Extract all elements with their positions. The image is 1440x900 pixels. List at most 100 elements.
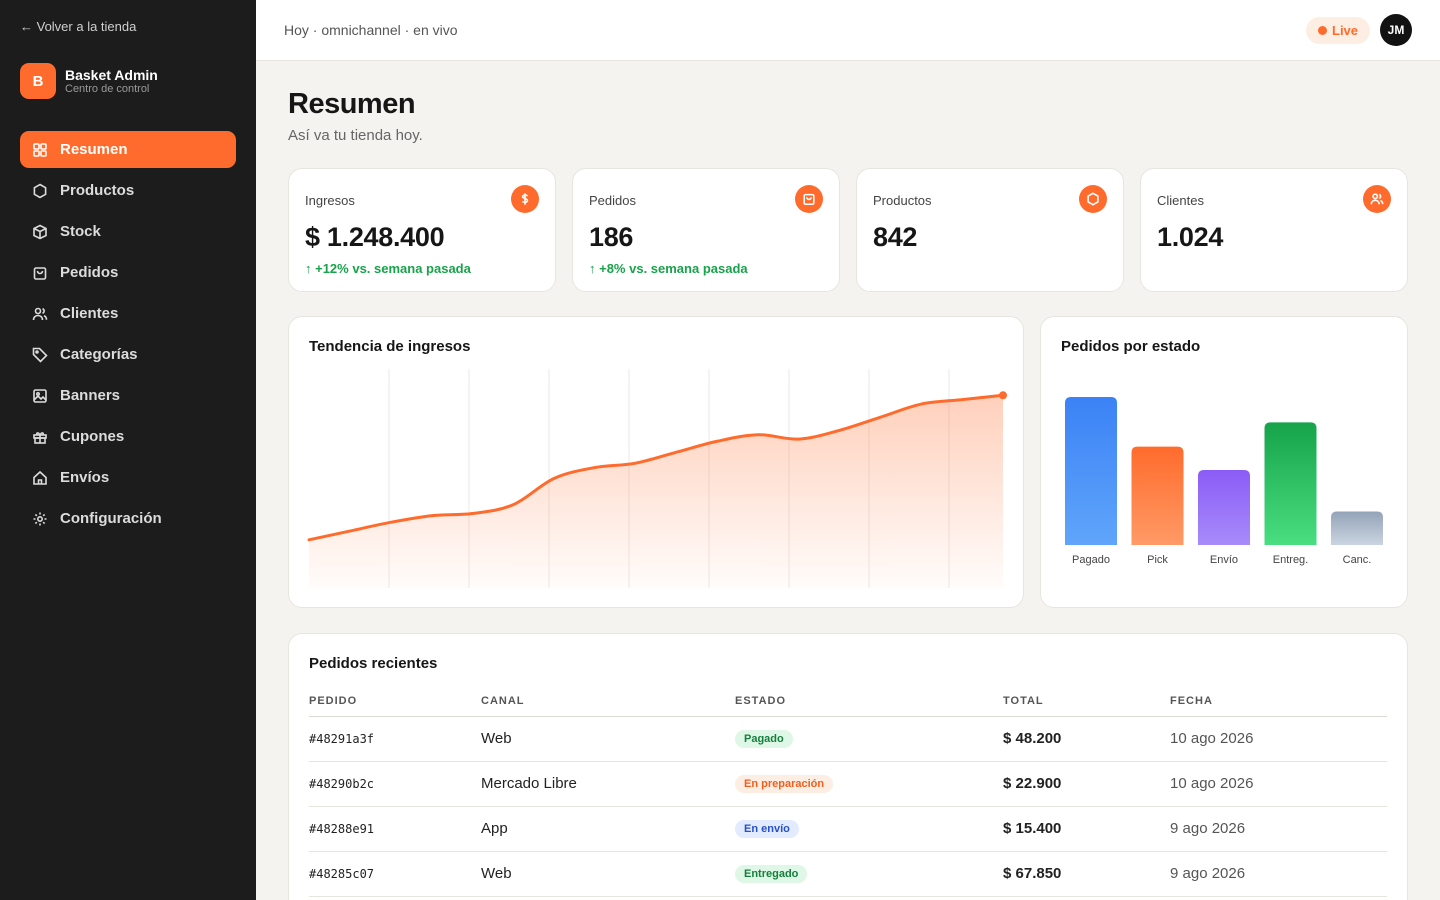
bag-icon [803, 193, 815, 206]
sidebar-item-pedidos[interactable]: Pedidos [20, 254, 236, 291]
sidebar-item-categorias[interactable]: Categorías [20, 336, 236, 373]
stat-label: Pedidos [589, 193, 636, 208]
order-total: $ 48.200 [1003, 716, 1170, 762]
stat-card-clientes: Clientes 1.024 [1140, 168, 1408, 292]
order-channel: Mercado Libre [481, 761, 735, 807]
order-id: #48291a3f [309, 716, 481, 762]
bar-envo [1198, 469, 1250, 545]
recent-orders-title: Pedidos recientes [309, 655, 438, 672]
home-icon [33, 470, 47, 485]
sidebar-item-envios[interactable]: Envíos [20, 459, 236, 496]
stat-icon [1079, 185, 1107, 213]
hexagon-icon [33, 183, 47, 198]
order-id: #48288e91 [309, 806, 481, 852]
bag-icon [33, 266, 47, 280]
order-date: 9 ago 2026 [1170, 851, 1387, 897]
grid-icon [33, 142, 47, 157]
column-header[interactable]: PEDIDO [309, 686, 481, 717]
order-id: #48290b2c [309, 761, 481, 807]
stat-value: $ 1.248.400 [305, 222, 445, 252]
column-header[interactable]: FECHA [1170, 686, 1387, 717]
status-badge: Pagado [735, 730, 793, 748]
sidebar-nav: Resumen Productos Stock Pedidos Clientes Cate… [20, 131, 236, 541]
recent-orders-card: Pedidos recientes PEDIDO CANAL ESTADO TOTAL… [288, 633, 1408, 900]
order-total: $ 15.400 [1003, 806, 1170, 852]
stat-delta: ↑ +12% vs. semana pasada [305, 261, 471, 276]
status-badge: Entregado [735, 865, 808, 883]
revenue-area [309, 395, 1003, 588]
users-icon [1370, 193, 1384, 205]
column-header[interactable]: ESTADO [735, 686, 1003, 717]
bar-pagado [1065, 397, 1117, 545]
column-header[interactable]: TOTAL [1003, 686, 1170, 717]
sidebar-item-label: Clientes [60, 305, 119, 322]
stat-card-pedidos: Pedidos 186 ↑ +8% vs. semana pasada [572, 168, 840, 292]
order-date: 10 ago 2026 [1170, 761, 1387, 807]
page-subtitle: Así va tu tienda hoy. [288, 127, 423, 144]
brand: B Basket Admin Centro de control [20, 63, 158, 99]
revenue-trend-card: Tendencia de ingresos [288, 316, 1024, 608]
revenue-trend-chart [307, 369, 1007, 588]
brand-name: Basket Admin [65, 66, 158, 83]
back-to-store-link[interactable]: ← Volver a la tienda [20, 19, 136, 34]
table-row[interactable]: #48291a3f Web Pagado $ 48.200 10 ago 2026 [309, 716, 1387, 762]
orders-by-status-card: Pedidos por estado Pagado Pick Envío Entreg… [1040, 316, 1408, 608]
stat-label: Ingresos [305, 193, 355, 208]
order-status-cell: Entregado [735, 851, 1003, 897]
sidebar-item-productos[interactable]: Productos [20, 172, 236, 209]
stat-label: Clientes [1157, 193, 1204, 208]
sidebar-item-label: Configuración [60, 510, 162, 527]
bar-label: Envío [1210, 554, 1238, 566]
sidebar-item-configuracion[interactable]: Configuración [20, 500, 236, 537]
sidebar-item-label: Cupones [60, 428, 125, 445]
page-title: Resumen [288, 88, 416, 120]
stat-value: 1.024 [1157, 222, 1224, 252]
tag-icon [32, 347, 48, 363]
sidebar-item-stock[interactable]: Stock [20, 213, 236, 250]
sidebar-item-label: Resumen [60, 141, 128, 158]
order-status-cell: En preparación [735, 761, 1003, 807]
order-status-cell: Pagado [735, 716, 1003, 762]
sidebar-item-label: Categorías [60, 346, 138, 363]
table-row[interactable]: #48288e91 App En envío $ 15.400 9 ago 2026 [309, 806, 1387, 852]
column-header[interactable]: CANAL [481, 686, 735, 717]
stat-label: Productos [873, 193, 932, 208]
stat-icon [511, 185, 539, 213]
order-total: $ 22.900 [1003, 761, 1170, 807]
bar-label: Pagado [1072, 554, 1110, 566]
bar-entreg [1264, 422, 1317, 545]
order-date: 10 ago 2026 [1170, 716, 1387, 762]
sidebar-item-clientes[interactable]: Clientes [20, 295, 236, 332]
table-row[interactable]: #48290b2c Mercado Libre En preparación $ 22… [309, 761, 1387, 807]
sidebar: ← Volver a la tienda B Basket Admin Cent… [0, 0, 256, 900]
live-dot-icon [1318, 26, 1327, 35]
order-total: $ 67.850 [1003, 851, 1170, 897]
sidebar-item-cupones[interactable]: Cupones [20, 418, 236, 455]
breadcrumb: Hoy · omnichannel · en vivo [284, 22, 458, 38]
status-badge: En preparación [735, 775, 834, 793]
sidebar-item-label: Envíos [60, 469, 110, 486]
users-icon [32, 307, 48, 320]
live-label: Live [1332, 23, 1359, 38]
revenue-last-point [999, 391, 1007, 400]
stat-value: 842 [873, 222, 918, 252]
stat-card-productos: Productos 842 [856, 168, 1124, 292]
topbar: Hoy · omnichannel · en vivo Live JM [256, 0, 1440, 61]
brand-subtitle: Centro de control [65, 82, 150, 95]
sidebar-item-label: Stock [60, 223, 101, 240]
recent-orders-table: PEDIDO CANAL ESTADO TOTAL FECHA #48291a3f Web… [309, 686, 1387, 897]
hexagon-icon [1087, 192, 1099, 206]
orders-by-status-chart: Pagado Pick Envío Entreg. Canc. [1065, 397, 1383, 566]
order-channel: Web [481, 716, 735, 762]
sidebar-item-banners[interactable]: Banners [20, 377, 236, 414]
stat-card-ingresos: Ingresos $ 1.248.400 ↑ +12% vs. semana pas… [288, 168, 556, 292]
gear-icon [33, 512, 47, 525]
sidebar-item-resumen[interactable]: Resumen [20, 131, 236, 168]
sidebar-item-label: Productos [60, 182, 135, 199]
image-icon [33, 388, 47, 403]
sidebar-item-label: Pedidos [60, 264, 119, 281]
table-row[interactable]: #48285c07 Web Entregado $ 67.850 9 ago 2026 [309, 851, 1387, 897]
box-icon [33, 224, 47, 239]
order-id: #48285c07 [309, 851, 481, 897]
avatar[interactable]: JM [1380, 14, 1412, 46]
